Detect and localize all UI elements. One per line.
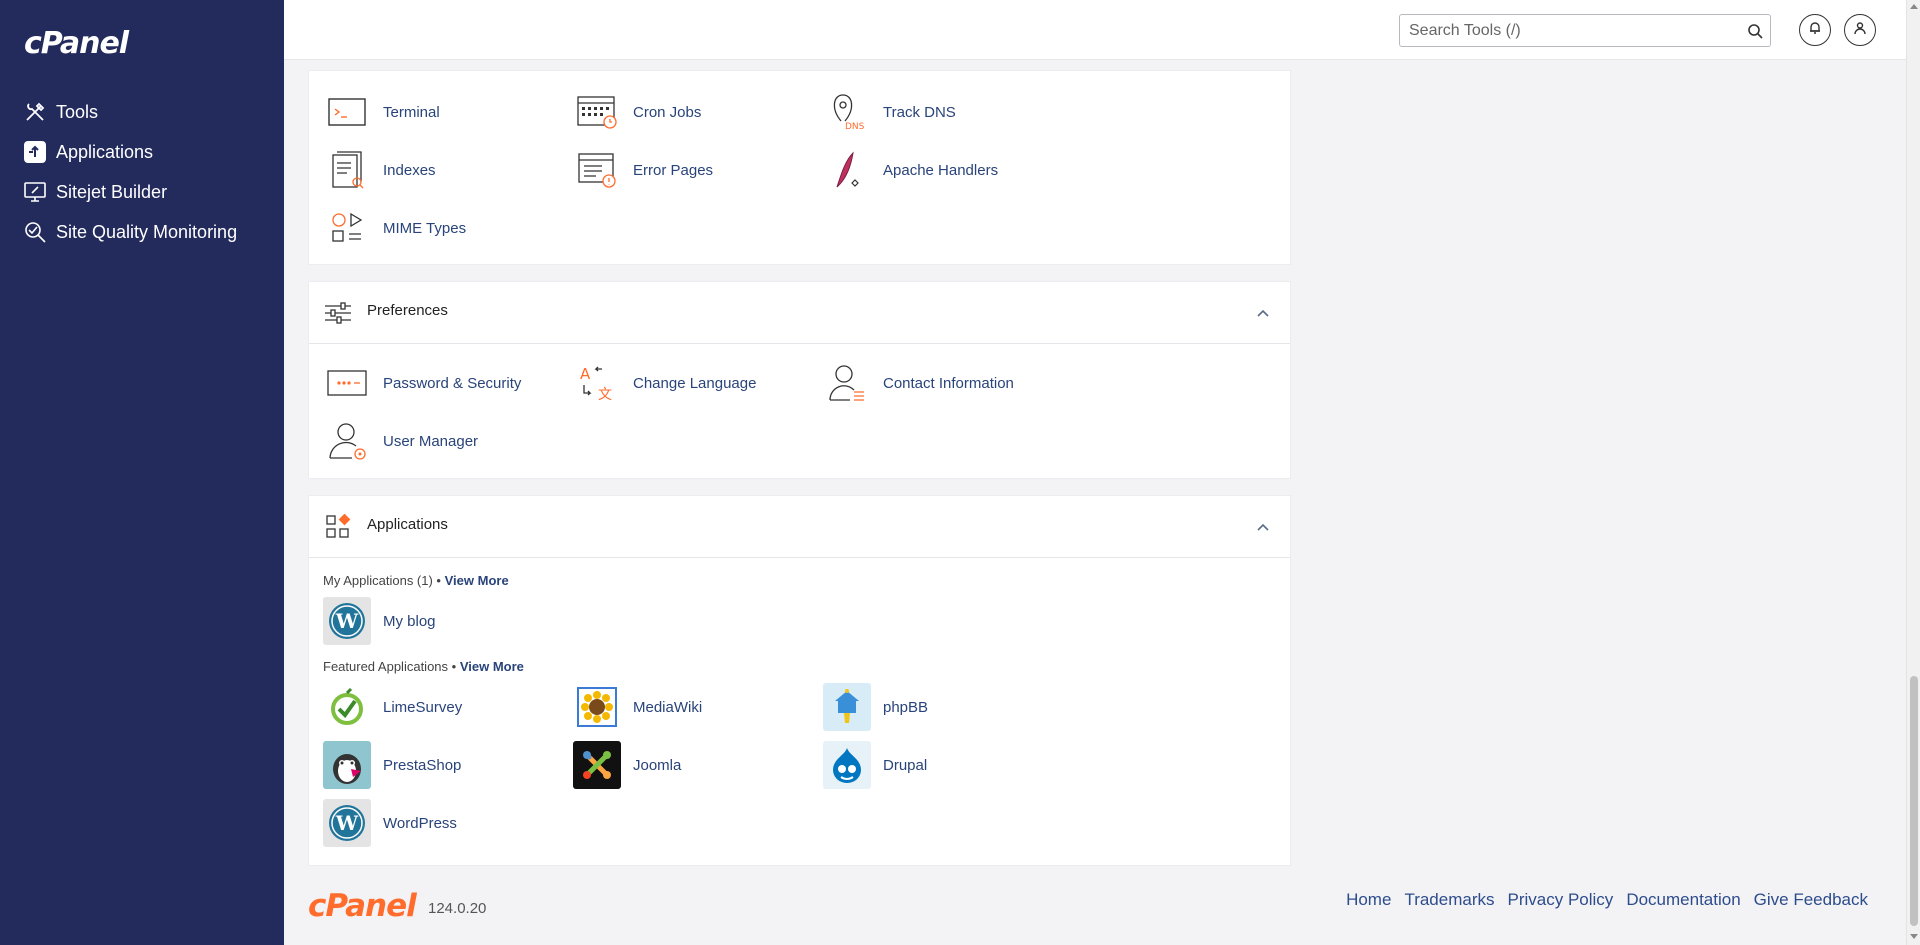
my-applications-label: My Applications (1) • View More (323, 573, 509, 588)
limesurvey-icon (323, 683, 371, 731)
preferences-sliders-icon (323, 300, 353, 326)
app-wordpress[interactable]: W WordPress (323, 798, 457, 848)
phpbb-icon (823, 683, 871, 731)
sidebar: cPanel Tools Applications Sitejet Builde… (0, 0, 284, 945)
tool-indexes[interactable]: Indexes (323, 145, 436, 195)
featured-applications-view-more-link[interactable]: View More (460, 659, 524, 674)
applications-grid-icon (323, 514, 353, 540)
page-scrollbar[interactable] (1906, 0, 1920, 945)
svg-text:A: A (580, 365, 591, 383)
svg-text:DNS: DNS (845, 122, 865, 132)
contact-icon (823, 359, 871, 407)
footer-link-privacy-policy[interactable]: Privacy Policy (1508, 890, 1614, 910)
footer-cpanel-logo[interactable]: cPanel (308, 888, 417, 924)
tool-apache-handlers[interactable]: Apache Handlers (823, 145, 998, 195)
version-label: 124.0.20 (428, 900, 487, 917)
sidebar-item-label: Tools (56, 101, 99, 122)
chevron-up-icon[interactable] (1256, 306, 1270, 320)
wordpress-icon: W (323, 597, 371, 645)
sidebar-item-label: Applications (56, 141, 154, 162)
mime-types-icon (323, 204, 371, 252)
app-drupal[interactable]: Drupal (823, 740, 927, 790)
preferences-header[interactable]: Preferences (309, 282, 1290, 344)
scroll-up-arrow-icon[interactable] (1910, 4, 1918, 9)
tool-terminal[interactable]: Terminal (323, 87, 440, 137)
sidebar-item-label: Site Quality Monitoring (56, 221, 238, 242)
tools-icon (22, 99, 48, 125)
search-placeholder: Search Tools (/) (1409, 21, 1521, 39)
sidebar-item-label: Sitejet Builder (56, 181, 168, 202)
user-icon (1853, 21, 1867, 40)
top-bar: Search Tools (/) (284, 0, 1906, 60)
svg-text:W: W (335, 609, 359, 633)
advanced-panel: Terminal Cron Jobs DNS Track DNS Indexes… (308, 70, 1291, 265)
scroll-thumb[interactable] (1910, 676, 1918, 926)
chevron-up-icon[interactable] (1256, 520, 1270, 534)
footer-link-documentation[interactable]: Documentation (1626, 890, 1740, 910)
track-dns-icon: DNS (823, 88, 871, 136)
prestashop-icon (323, 741, 371, 789)
tool-change-language[interactable]: A文 Change Language (573, 358, 756, 408)
applications-icon (22, 139, 48, 165)
sidebar-item-applications[interactable]: Applications (22, 132, 237, 172)
tool-error-pages[interactable]: Error Pages (573, 145, 713, 195)
app-phpbb[interactable]: phpBB (823, 682, 928, 732)
footer-link-trademarks[interactable]: Trademarks (1404, 890, 1494, 910)
search-input[interactable]: Search Tools (/) (1399, 14, 1771, 47)
preferences-panel: Preferences Password & Security A文 Chang… (308, 281, 1291, 479)
footer-link-home[interactable]: Home (1346, 890, 1391, 910)
tool-password-security[interactable]: Password & Security (323, 358, 521, 408)
panel-title: Applications (367, 516, 448, 533)
sidebar-item-sitejet-builder[interactable]: Sitejet Builder (22, 172, 237, 212)
sidebar-item-tools[interactable]: Tools (22, 92, 237, 132)
applications-panel: Applications My Applications (1) • View … (308, 495, 1291, 866)
tool-track-dns[interactable]: DNS Track DNS (823, 87, 956, 137)
cpanel-logo[interactable]: cPanel (24, 26, 129, 61)
tool-contact-information[interactable]: Contact Information (823, 358, 1014, 408)
indexes-icon (323, 146, 371, 194)
app-joomla[interactable]: Joomla (573, 740, 681, 790)
terminal-icon (323, 88, 371, 136)
tool-mime-types[interactable]: MIME Types (323, 203, 466, 253)
footer-link-give-feedback[interactable]: Give Feedback (1754, 890, 1868, 910)
joomla-icon (573, 741, 621, 789)
applications-header[interactable]: Applications (309, 496, 1290, 558)
scroll-down-arrow-icon[interactable] (1910, 934, 1918, 939)
notifications-button[interactable] (1799, 14, 1831, 46)
tool-user-manager[interactable]: User Manager (323, 416, 478, 466)
sidebar-nav: Tools Applications Sitejet Builder Site … (22, 92, 237, 252)
my-applications-view-more-link[interactable]: View More (445, 573, 509, 588)
bell-icon (1808, 21, 1822, 40)
svg-text:W: W (335, 811, 359, 835)
app-limesurvey[interactable]: LimeSurvey (323, 682, 462, 732)
sitejet-icon (22, 179, 48, 205)
footer-links: Home Trademarks Privacy Policy Documenta… (1333, 890, 1868, 910)
app-prestashop[interactable]: PrestaShop (323, 740, 461, 790)
site-quality-icon (22, 219, 48, 245)
panel-title: Preferences (367, 302, 448, 319)
cron-jobs-icon (573, 88, 621, 136)
apache-feather-icon (823, 146, 871, 194)
language-icon: A文 (573, 359, 621, 407)
error-pages-icon (573, 146, 621, 194)
user-manager-icon (323, 417, 371, 465)
tool-cron-jobs[interactable]: Cron Jobs (573, 87, 701, 137)
search-icon[interactable] (1740, 16, 1770, 46)
user-menu-button[interactable] (1844, 14, 1876, 46)
password-icon (323, 359, 371, 407)
svg-text:文: 文 (598, 387, 612, 403)
my-app-my-blog[interactable]: W My blog (323, 596, 436, 646)
app-mediawiki[interactable]: MediaWiki (573, 682, 702, 732)
sidebar-item-site-quality-monitoring[interactable]: Site Quality Monitoring (22, 212, 237, 252)
mediawiki-icon (573, 683, 621, 731)
drupal-icon (823, 741, 871, 789)
featured-applications-label: Featured Applications • View More (323, 659, 524, 674)
wordpress-icon: W (323, 799, 371, 847)
